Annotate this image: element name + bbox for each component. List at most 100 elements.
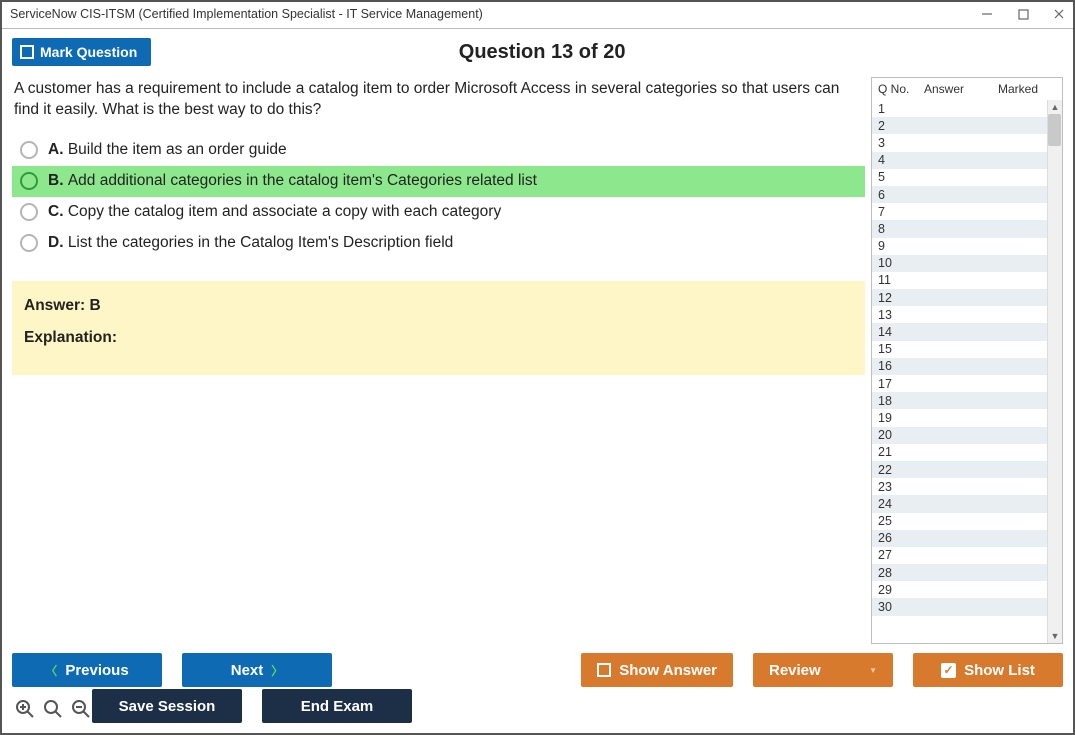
scroll-down-icon[interactable]: ▼ — [1051, 629, 1060, 643]
question-number: 28 — [878, 566, 924, 580]
question-number: 3 — [878, 136, 924, 150]
question-row[interactable]: 22 — [872, 461, 1062, 478]
question-row[interactable]: 26 — [872, 530, 1062, 547]
show-list-button[interactable]: ✓ Show List — [913, 653, 1063, 687]
zoom-out-button[interactable] — [70, 698, 92, 720]
maximize-button[interactable] — [1015, 6, 1031, 22]
question-row[interactable]: 23 — [872, 478, 1062, 495]
scrollbar[interactable]: ▲ ▼ — [1047, 100, 1062, 643]
question-number: 14 — [878, 325, 924, 339]
zoom-in-button[interactable] — [14, 698, 36, 720]
zoom-reset-button[interactable] — [42, 698, 64, 720]
question-row[interactable]: 1 — [872, 100, 1062, 117]
question-row[interactable]: 7 — [872, 203, 1062, 220]
question-row[interactable]: 12 — [872, 289, 1062, 306]
question-row[interactable]: 21 — [872, 444, 1062, 461]
question-row[interactable]: 4 — [872, 152, 1062, 169]
show-answer-label: Show Answer — [619, 662, 717, 679]
option-text: A. Build the item as an order guide — [48, 141, 287, 159]
question-row[interactable]: 27 — [872, 547, 1062, 564]
question-number: 4 — [878, 153, 924, 167]
review-dropdown[interactable]: Review ▼ — [753, 653, 893, 687]
show-answer-checkbox-icon — [597, 663, 611, 677]
question-list-header: Q No. Answer Marked — [872, 78, 1062, 100]
question-row[interactable]: 10 — [872, 255, 1062, 272]
next-button[interactable]: Next 〉 — [182, 653, 332, 687]
question-row[interactable]: 24 — [872, 495, 1062, 512]
col-marked: Marked — [986, 82, 1056, 96]
titlebar: ServiceNow CIS-ITSM (Certified Implement… — [2, 2, 1073, 29]
previous-button[interactable]: 〈 Previous — [12, 653, 162, 687]
minimize-button[interactable] — [979, 6, 995, 22]
app-window: ServiceNow CIS-ITSM (Certified Implement… — [0, 0, 1075, 735]
close-button[interactable] — [1051, 6, 1067, 22]
question-row[interactable]: 6 — [872, 186, 1062, 203]
footer-row-2: Save Session End Exam — [12, 689, 1063, 723]
question-row[interactable]: 9 — [872, 238, 1062, 255]
question-row[interactable]: 29 — [872, 581, 1062, 598]
scroll-up-icon[interactable]: ▲ — [1051, 100, 1060, 114]
next-label: Next — [231, 662, 264, 679]
question-number: 2 — [878, 119, 924, 133]
question-row[interactable]: 18 — [872, 392, 1062, 409]
footer-row-1: 〈 Previous Next 〉 Show Answer Review ▼ ✓… — [12, 644, 1063, 689]
question-row[interactable]: 28 — [872, 564, 1062, 581]
question-number: 18 — [878, 394, 924, 408]
save-session-label: Save Session — [119, 698, 216, 715]
question-row[interactable]: 17 — [872, 375, 1062, 392]
question-row[interactable]: 20 — [872, 427, 1062, 444]
question-number: 24 — [878, 497, 924, 511]
option-a[interactable]: A. Build the item as an order guide — [12, 135, 865, 166]
question-row[interactable]: 14 — [872, 323, 1062, 340]
question-list-rows: 1234567891011121314151617181920212223242… — [872, 100, 1062, 643]
radio-icon — [20, 172, 38, 190]
scroll-thumb[interactable] — [1048, 114, 1061, 146]
question-row[interactable]: 13 — [872, 306, 1062, 323]
question-number: 30 — [878, 600, 924, 614]
question-number: 15 — [878, 342, 924, 356]
question-number: 11 — [878, 273, 924, 287]
question-row[interactable]: 15 — [872, 341, 1062, 358]
save-session-button[interactable]: Save Session — [92, 689, 242, 723]
content-area: Mark Question Question 13 of 20 A custom… — [2, 29, 1073, 733]
col-answer: Answer — [924, 82, 986, 96]
option-text: B. Add additional categories in the cata… — [48, 172, 537, 190]
chevron-left-icon: 〈 — [45, 662, 57, 679]
question-counter: Question 13 of 20 — [21, 41, 1063, 64]
window-controls — [979, 6, 1067, 22]
option-b[interactable]: B. Add additional categories in the cata… — [12, 166, 865, 197]
question-number: 22 — [878, 463, 924, 477]
question-row[interactable]: 16 — [872, 358, 1062, 375]
option-d[interactable]: D. List the categories in the Catalog It… — [12, 228, 865, 259]
show-list-checked-icon: ✓ — [941, 663, 956, 678]
question-number: 17 — [878, 377, 924, 391]
zoom-out-icon — [71, 699, 91, 719]
option-text: D. List the categories in the Catalog It… — [48, 234, 453, 252]
zoom-in-icon — [15, 699, 35, 719]
question-number: 1 — [878, 102, 924, 116]
show-answer-button[interactable]: Show Answer — [581, 653, 733, 687]
question-row[interactable]: 30 — [872, 598, 1062, 615]
question-number: 27 — [878, 548, 924, 562]
question-row[interactable]: 8 — [872, 220, 1062, 237]
question-row[interactable]: 25 — [872, 513, 1062, 530]
question-number: 7 — [878, 205, 924, 219]
question-row[interactable]: 3 — [872, 134, 1062, 151]
close-icon — [1053, 8, 1065, 20]
question-row[interactable]: 11 — [872, 272, 1062, 289]
option-c[interactable]: C. Copy the catalog item and associate a… — [12, 197, 865, 228]
header-row: Mark Question Question 13 of 20 — [12, 31, 1063, 73]
question-number: 13 — [878, 308, 924, 322]
question-number: 12 — [878, 291, 924, 305]
radio-icon — [20, 203, 38, 221]
radio-icon — [20, 234, 38, 252]
maximize-icon — [1018, 9, 1029, 20]
show-list-label: Show List — [964, 662, 1035, 679]
review-label: Review — [769, 662, 821, 679]
question-number: 21 — [878, 445, 924, 459]
question-number: 26 — [878, 531, 924, 545]
end-exam-button[interactable]: End Exam — [262, 689, 412, 723]
question-row[interactable]: 5 — [872, 169, 1062, 186]
question-row[interactable]: 2 — [872, 117, 1062, 134]
question-row[interactable]: 19 — [872, 409, 1062, 426]
